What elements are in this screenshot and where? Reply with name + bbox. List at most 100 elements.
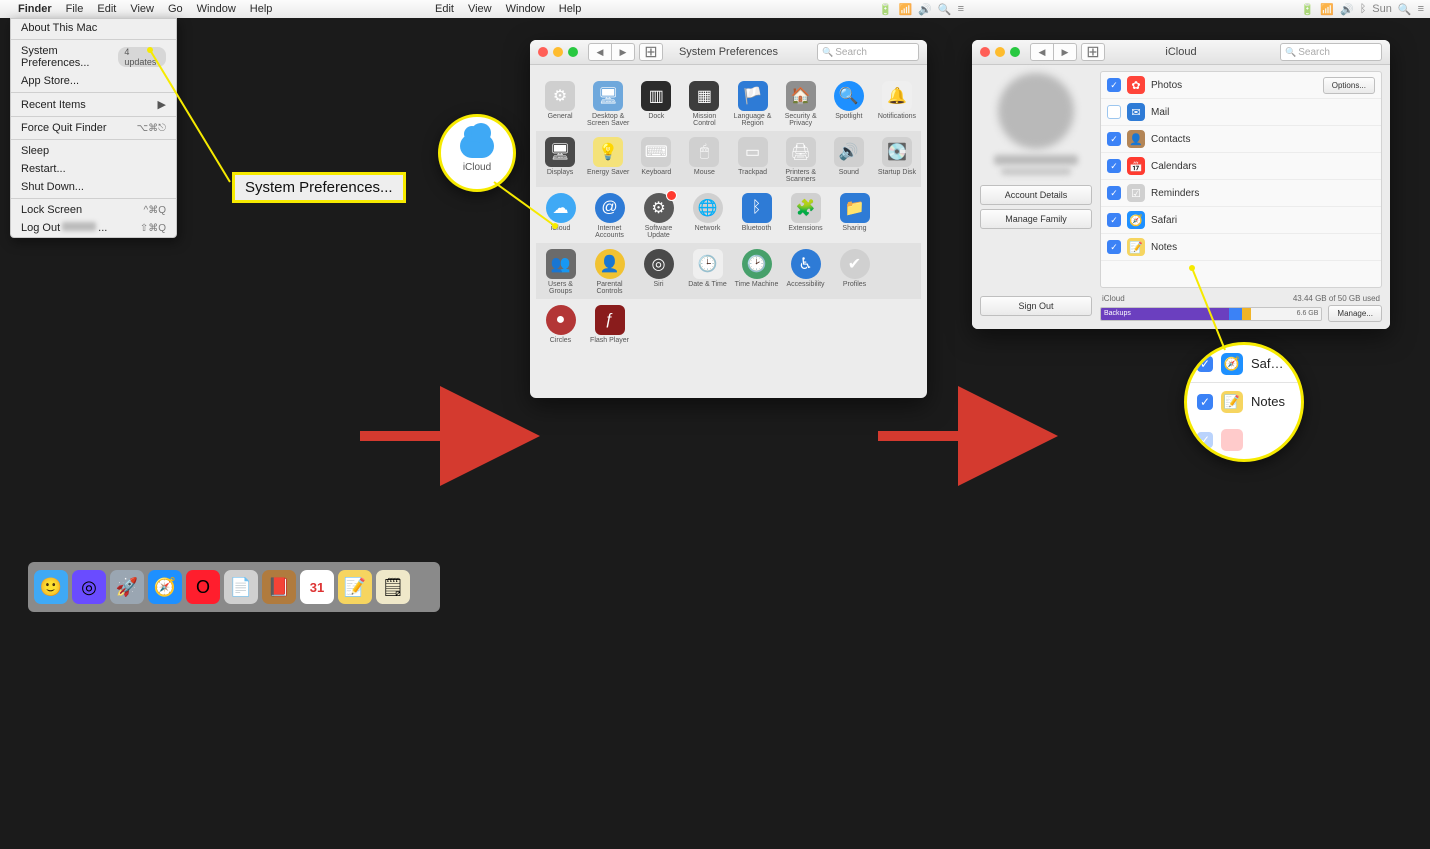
search-input[interactable]: Search [1280, 43, 1382, 61]
menu-go[interactable]: Go [168, 3, 183, 15]
icloud-services-list[interactable]: ✓✿PhotosOptions...✉︎Mail✓👤Contacts✓📅Cale… [1100, 71, 1382, 288]
back-button[interactable]: ◀ [588, 43, 612, 61]
search-icon[interactable]: 🔍 [1398, 3, 1412, 16]
prefpane-sound[interactable]: 🔊Sound [825, 131, 873, 187]
dock-app-stickies[interactable]: 🗒 [376, 570, 410, 604]
prefpane-time-machine[interactable]: 🕑Time Machine [732, 243, 781, 299]
menu-view[interactable]: View [468, 3, 492, 15]
menu-view[interactable]: View [130, 3, 154, 15]
prefpane-internet-accounts[interactable]: @Internet Accounts [585, 187, 634, 243]
notification-center-icon[interactable]: ≡ [958, 3, 964, 15]
prefpane-language-region[interactable]: 🏳️Language & Region [729, 75, 777, 131]
zoom-button[interactable] [568, 47, 578, 57]
prefpane-flash-player[interactable]: ƒFlash Player [585, 299, 634, 348]
menu-help[interactable]: Help [559, 3, 582, 15]
menu-lock-screen[interactable]: Lock Screen^⌘Q [11, 201, 176, 219]
prefpane-keyboard[interactable]: ⌨︎Keyboard [632, 131, 680, 187]
dock-app-launchpad[interactable]: 🚀 [110, 570, 144, 604]
show-all-button[interactable]: ⊞ [1081, 43, 1105, 61]
back-button[interactable]: ◀ [1030, 43, 1054, 61]
manage-family-button[interactable]: Manage Family [980, 209, 1092, 229]
prefpane-dock[interactable]: ▥Dock [632, 75, 680, 131]
icloud-service-reminders[interactable]: ✓☑︎Reminders [1101, 180, 1381, 207]
menu-edit[interactable]: Edit [435, 3, 454, 15]
prefpane-sharing[interactable]: 📁Sharing [830, 187, 879, 243]
close-button[interactable] [980, 47, 990, 57]
prefpane-date-time[interactable]: 🕒Date & Time [683, 243, 732, 299]
checkbox[interactable]: ✓ [1107, 78, 1121, 92]
prefpane-profiles[interactable]: ✔︎Profiles [830, 243, 879, 299]
checkbox[interactable]: ✓ [1107, 132, 1121, 146]
show-all-button[interactable]: ⊞ [639, 43, 663, 61]
menu-restart[interactable]: Restart... [11, 160, 176, 178]
prefpane-desktop-screen-saver[interactable]: 🖥Desktop & Screen Saver [584, 75, 632, 131]
menu-window[interactable]: Window [506, 3, 545, 15]
notification-center-icon[interactable]: ≡ [1418, 3, 1424, 15]
menu-shut-down[interactable]: Shut Down... [11, 178, 176, 196]
menu-edit[interactable]: Edit [97, 3, 116, 15]
forward-button[interactable]: ▶ [612, 43, 635, 61]
prefpane-users-groups[interactable]: 👥Users & Groups [536, 243, 585, 299]
menu-log-out[interactable]: Log Out...⇧⌘Q [11, 219, 176, 237]
dock-app-finder[interactable]: 🙂 [34, 570, 68, 604]
prefpane-mission-control[interactable]: ▦Mission Control [680, 75, 728, 131]
checkbox[interactable]: ✓ [1107, 213, 1121, 227]
menu-app-store[interactable]: App Store... [11, 72, 176, 90]
menu-about-mac[interactable]: About This Mac [11, 19, 176, 37]
prefpane-general[interactable]: ⚙︎General [536, 75, 584, 131]
prefpane-spotlight[interactable]: 🔍Spotlight [825, 75, 873, 131]
prefpane-mouse[interactable]: 🖱Mouse [680, 131, 728, 187]
prefpane-security-privacy[interactable]: 🏠Security & Privacy [777, 75, 825, 131]
prefpane-energy-saver[interactable]: 💡Energy Saver [584, 131, 632, 187]
prefpane-accessibility[interactable]: ♿︎Accessibility [781, 243, 830, 299]
prefpane-software-update[interactable]: ⚙︎Software Update [634, 187, 683, 243]
sign-out-button[interactable]: Sign Out [980, 296, 1092, 316]
menu-sleep[interactable]: Sleep [11, 142, 176, 160]
menu-help[interactable]: Help [250, 3, 273, 15]
prefpane-extensions[interactable]: 🧩Extensions [781, 187, 830, 243]
dock-app-opera[interactable]: O [186, 570, 220, 604]
dock-app-siri[interactable]: ◎ [72, 570, 106, 604]
prefpane-displays[interactable]: 🖥Displays [536, 131, 584, 187]
prefpane-printers-scanners[interactable]: 🖨Printers & Scanners [777, 131, 825, 187]
icloud-service-contacts[interactable]: ✓👤Contacts [1101, 126, 1381, 153]
checkbox[interactable] [1107, 105, 1121, 119]
prefpane-icloud[interactable]: ☁︎iCloud [536, 187, 585, 243]
account-details-button[interactable]: Account Details [980, 185, 1092, 205]
minimize-button[interactable] [995, 47, 1005, 57]
dock-app-textedit[interactable]: 📄 [224, 570, 258, 604]
prefpane-startup-disk[interactable]: 💽Startup Disk [873, 131, 921, 187]
search-icon[interactable]: 🔍 [938, 3, 952, 16]
checkbox[interactable]: ✓ [1107, 159, 1121, 173]
minimize-button[interactable] [553, 47, 563, 57]
prefpane-network[interactable]: 🌐Network [683, 187, 732, 243]
manage-storage-button[interactable]: Manage... [1328, 305, 1382, 322]
menu-window[interactable]: Window [197, 3, 236, 15]
prefpane-trackpad[interactable]: ▭Trackpad [729, 131, 777, 187]
checkbox[interactable]: ✓ [1107, 186, 1121, 200]
zoom-button[interactable] [1010, 47, 1020, 57]
app-name[interactable]: Finder [18, 3, 52, 15]
icloud-service-calendars[interactable]: ✓📅Calendars [1101, 153, 1381, 180]
forward-button[interactable]: ▶ [1054, 43, 1077, 61]
dock-app-books[interactable]: 📕 [262, 570, 296, 604]
dock-app-safari[interactable]: 🧭 [148, 570, 182, 604]
icloud-service-notes[interactable]: ✓📝Notes [1101, 234, 1381, 261]
close-button[interactable] [538, 47, 548, 57]
icloud-service-mail[interactable]: ✉︎Mail [1101, 99, 1381, 126]
prefpane-notifications[interactable]: 🔔Notifications [873, 75, 921, 131]
dock-app-calendar[interactable]: 31 [300, 570, 334, 604]
prefpane-siri[interactable]: ◎Siri [634, 243, 683, 299]
menu-file[interactable]: File [66, 3, 84, 15]
search-input[interactable]: Search [817, 43, 919, 61]
dock-app-notes[interactable]: 📝 [338, 570, 372, 604]
checkbox[interactable]: ✓ [1107, 240, 1121, 254]
menu-recent-items[interactable]: Recent Items▶ [11, 95, 176, 114]
menu-force-quit[interactable]: Force Quit Finder⌥⌘⎋ [11, 119, 176, 137]
menu-system-preferences[interactable]: System Preferences... 4 updates [11, 42, 176, 72]
icloud-service-photos[interactable]: ✓✿PhotosOptions... [1101, 72, 1381, 99]
prefpane-parental-controls[interactable]: 👤Parental Controls [585, 243, 634, 299]
prefpane-bluetooth[interactable]: ᛒBluetooth [732, 187, 781, 243]
icloud-service-safari[interactable]: ✓🧭Safari [1101, 207, 1381, 234]
options-button[interactable]: Options... [1323, 77, 1375, 94]
